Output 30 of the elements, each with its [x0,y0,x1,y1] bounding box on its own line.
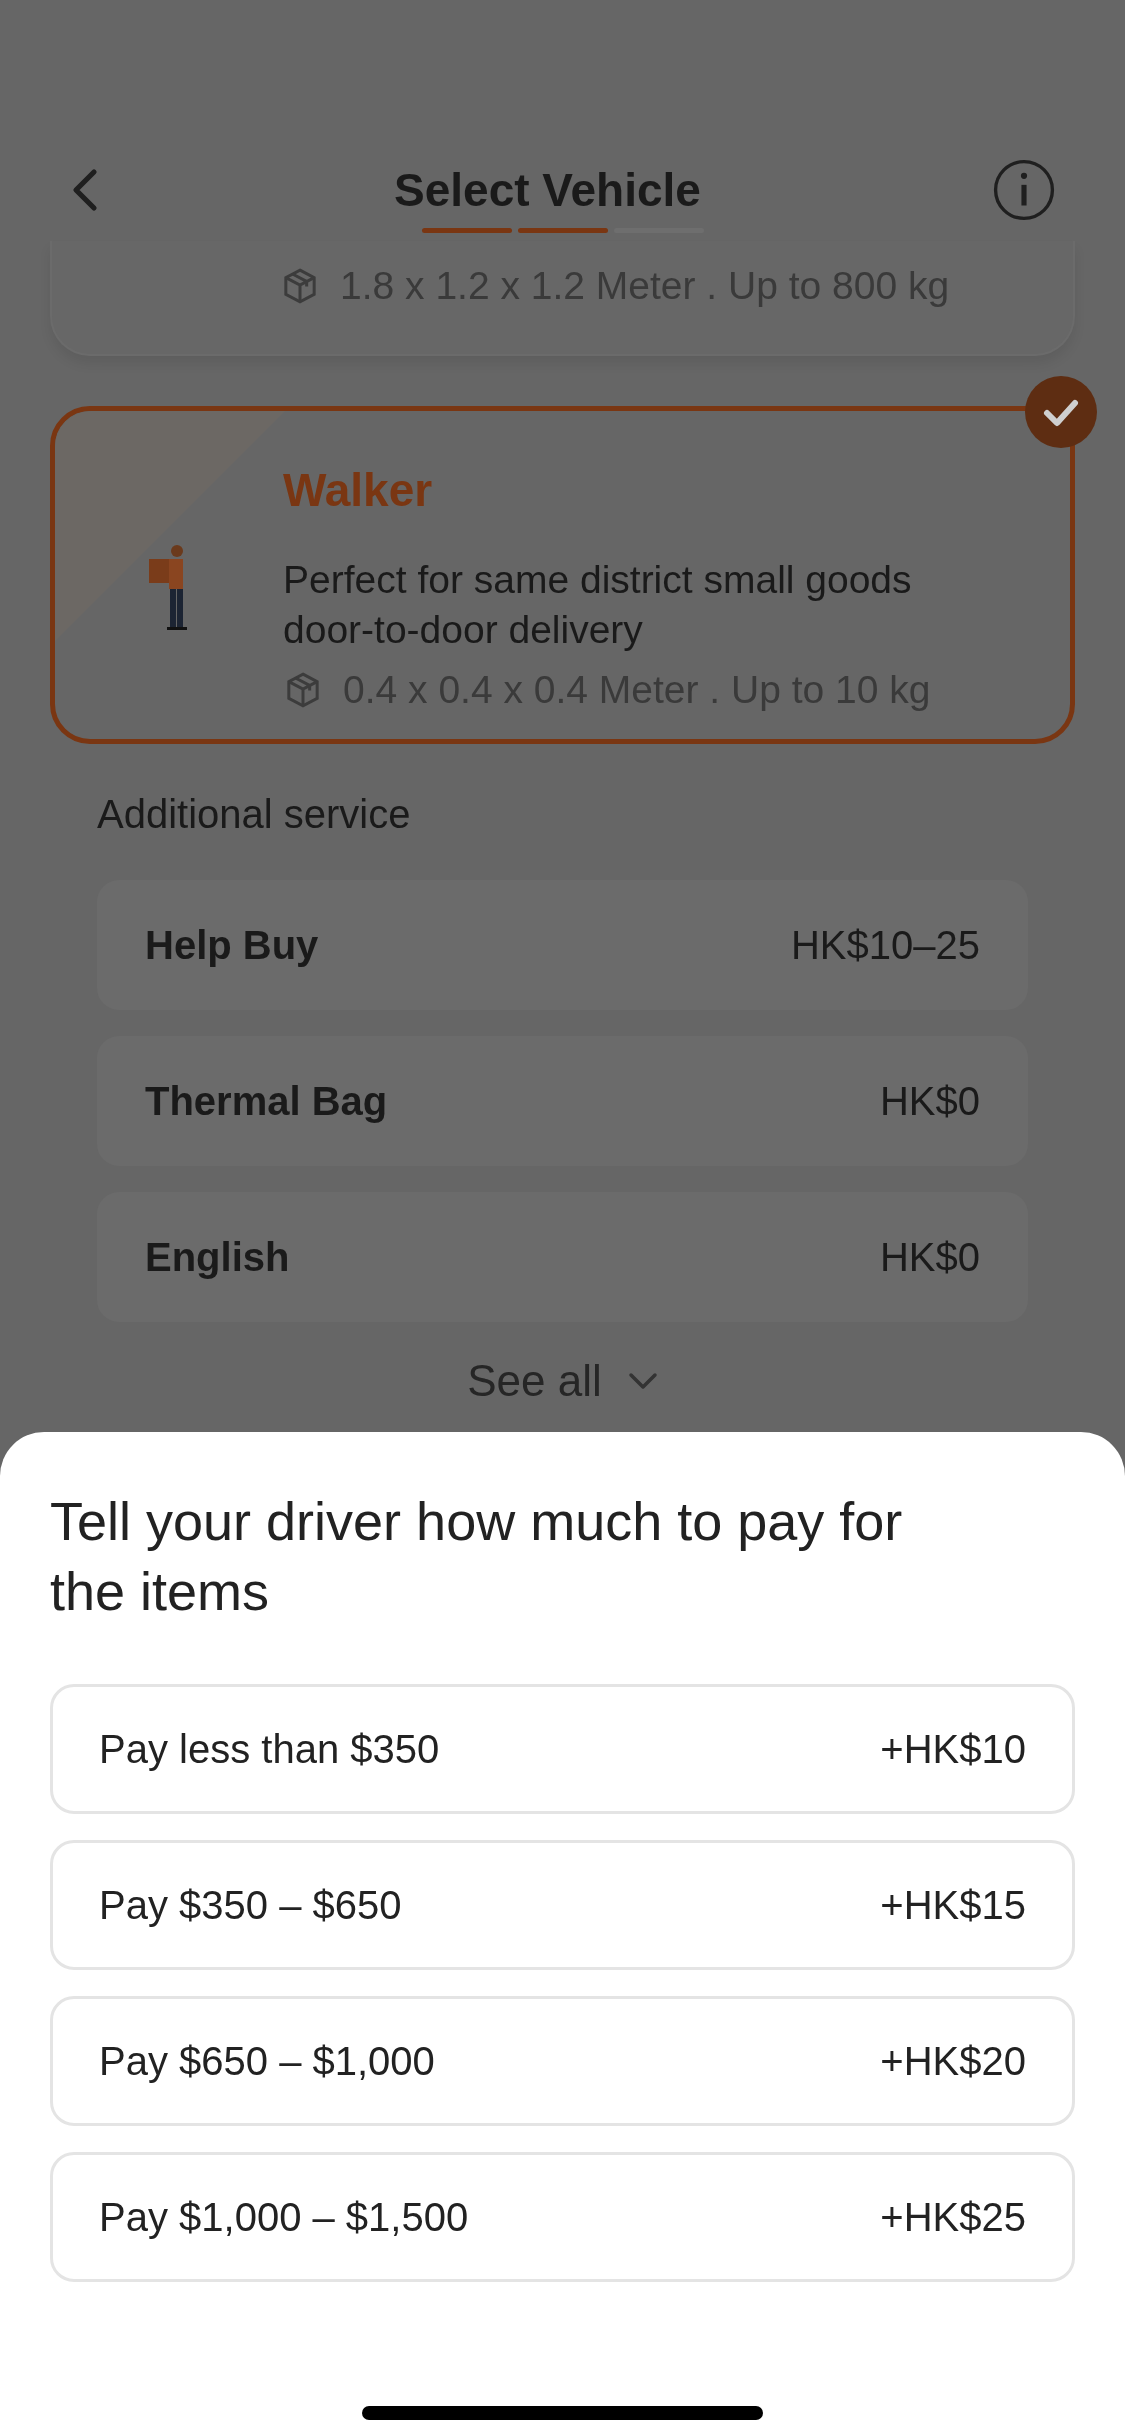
vehicle-name: Walker [283,462,434,518]
option-price: +HK$25 [880,2194,1026,2241]
price-option[interactable]: Pay less than $350 +HK$10 [50,1684,1075,1814]
option-label: Pay $1,000 – $1,500 [99,2194,469,2241]
service-price: HK$0 [879,1078,980,1125]
sheet-title: Tell your driver how much to pay for the items [50,1490,904,1623]
service-label: Help Buy [145,922,319,969]
page-title: Select Vehicle [394,162,701,218]
service-price: HK$10–25 [790,922,980,969]
service-label: Thermal Bag [145,1078,388,1125]
option-label: Pay $650 – $1,000 [99,2038,435,2085]
price-option[interactable]: Pay $350 – $650 +HK$15 [50,1840,1075,1970]
option-label: Pay less than $350 [99,1726,440,1773]
price-option[interactable]: Pay $1,000 – $1,500 +HK$25 [50,2152,1075,2282]
option-price: +HK$15 [880,1882,1026,1929]
option-label: Pay $350 – $650 [99,1882,402,1929]
section-title: Additional service [97,791,412,838]
see-all-button[interactable]: See all [467,1356,658,1406]
option-price: +HK$20 [880,2038,1026,2085]
service-row[interactable]: Help Buy HK$10–25 [97,880,1028,1010]
check-icon [1025,375,1097,448]
option-price: +HK$10 [880,1726,1026,1773]
info-icon[interactable] [993,159,1055,221]
service-row[interactable]: Thermal Bag HK$0 [97,1036,1028,1166]
service-price: HK$0 [879,1234,980,1281]
chevron-down-icon [627,1372,658,1390]
service-label: English [145,1234,290,1281]
price-option[interactable]: Pay $650 – $1,000 +HK$20 [50,1996,1075,2126]
vehicle-description: Perfect for same district small goods door-to-door delivery [283,556,913,653]
service-row[interactable]: English HK$0 [97,1192,1028,1322]
